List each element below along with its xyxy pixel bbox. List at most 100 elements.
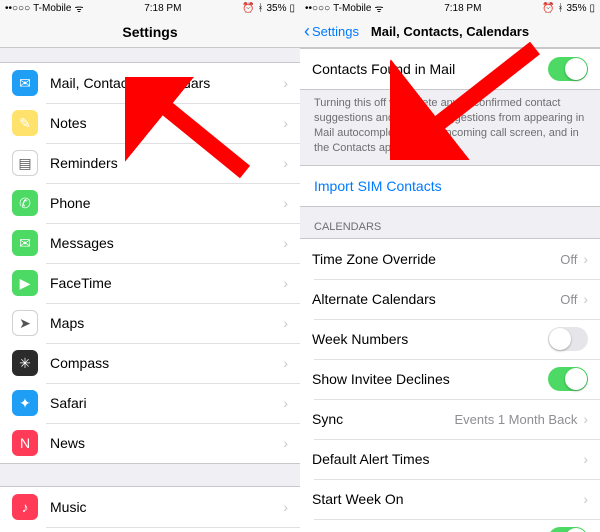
safari-icon: ✦ [12,390,38,416]
row-label: Messages [50,235,283,251]
events-found-in-mail-row[interactable]: Events Found in Mail [300,519,600,532]
row-label: Phone [50,195,283,211]
events-found-in-mail-toggle[interactable] [548,527,588,532]
nav-bar: ‹ Settings Mail, Contacts, Calendars [300,16,600,48]
chevron-right-icon: › [283,275,288,291]
music-icon: ♪ [12,494,38,520]
row-value: Off [560,292,577,307]
back-button[interactable]: ‹ Settings [304,16,359,47]
week-numbers-toggle[interactable] [548,327,588,351]
settings-row-compass[interactable]: ✳ Compass› [0,343,300,383]
contacts-found-in-mail-row[interactable]: Contacts Found in Mail [300,49,600,89]
compass-icon: ✳ [12,350,38,376]
row-label: Default Alert Times [312,451,583,467]
chevron-right-icon: › [283,235,288,251]
calendars-section-header: Calendars [300,207,600,238]
contacts-footer: Turning this off will delete any unconfi… [300,90,600,165]
battery-label: 35% [566,3,586,14]
settings-row-maps[interactable]: ➤Maps› [0,303,300,343]
settings-row-messages[interactable]: ✉ Messages› [0,223,300,263]
chevron-right-icon: › [283,395,288,411]
chevron-right-icon: › [283,355,288,371]
alarm-icon: ⏰ [242,3,254,14]
facetime-icon: ▶ [12,270,38,296]
mail-icon: ✉ [12,70,38,96]
bluetooth-icon: ᚼ [257,3,263,14]
carrier-label: T-Mobile [333,3,371,14]
chevron-right-icon: › [583,491,588,507]
battery-icon: ▯ [289,3,295,14]
settings-row-notes[interactable]: ✎ Notes› [0,103,300,143]
week-numbers-row[interactable]: Week Numbers [300,319,600,359]
battery-label: 35% [266,3,286,14]
show-invitee-declines-toggle[interactable] [548,367,588,391]
settings-row-mail-contacts-calendars[interactable]: ✉Mail, Contacts, Calendars› [0,63,300,103]
page-title: Settings [122,24,177,40]
settings-row-music[interactable]: ♪ Music› [0,487,300,527]
chevron-right-icon: › [583,451,588,467]
row-label: FaceTime [50,275,283,291]
default-alert-times-row[interactable]: Default Alert Times› [300,439,600,479]
maps-icon: ➤ [12,310,38,336]
show-invitee-declines-row[interactable]: Show Invitee Declines [300,359,600,399]
chevron-right-icon: › [583,251,588,267]
row-label: Start Week On [312,491,583,507]
wifi-icon: ᯤ [374,1,383,15]
status-bar: ••○○○ T-Mobile ᯤ 7:18 PM ⏰ ᚼ 35% ▯ [300,0,600,16]
row-label: Contacts Found in Mail [312,61,548,77]
row-label: Compass [50,355,283,371]
clock-label: 7:18 PM [444,3,481,14]
alternate-calendars-row[interactable]: Alternate CalendarsOff › [300,279,600,319]
settings-row-news[interactable]: N News› [0,423,300,463]
start-week-on-row[interactable]: Start Week On› [300,479,600,519]
import-sim-label: Import SIM Contacts [314,178,442,194]
carrier-label: T-Mobile [33,3,71,14]
chevron-right-icon: › [283,115,288,131]
row-label: Week Numbers [312,331,548,347]
chevron-right-icon: › [283,499,288,515]
time-zone-override-row[interactable]: Time Zone OverrideOff › [300,239,600,279]
settings-row-facetime[interactable]: ▶ FaceTime› [0,263,300,303]
signal-dots-icon: ••○○○ [5,3,30,14]
status-bar: ••○○○ T-Mobile ᯤ 7:18 PM ⏰ ᚼ 35% ▯ [0,0,300,16]
battery-icon: ▯ [589,3,595,14]
chevron-right-icon: › [583,291,588,307]
settings-row-safari[interactable]: ✦ Safari› [0,383,300,423]
settings-row-reminders[interactable]: ▤ Reminders› [0,143,300,183]
chevron-right-icon: › [283,315,288,331]
settings-root-pane: ••○○○ T-Mobile ᯤ 7:18 PM ⏰ ᚼ 35% ▯ Setti… [0,0,300,532]
chevron-left-icon: ‹ [304,21,310,42]
signal-dots-icon: ••○○○ [305,3,330,14]
chevron-right-icon: › [283,435,288,451]
mail-contacts-calendars-pane: ••○○○ T-Mobile ᯤ 7:18 PM ⏰ ᚼ 35% ▯ ‹ Set… [300,0,600,532]
contacts-found-in-mail-toggle[interactable] [548,57,588,81]
settings-row-videos[interactable]: ▶Videos› [0,527,300,532]
sync-row[interactable]: SyncEvents 1 Month Back › [300,399,600,439]
page-title: Mail, Contacts, Calendars [371,24,529,39]
row-label: Show Invitee Declines [312,371,548,387]
chevron-right-icon: › [283,195,288,211]
row-label: Music [50,499,283,515]
row-label: Alternate Calendars [312,291,560,307]
row-label: News [50,435,283,451]
detail-scroll[interactable]: Contacts Found in Mail Turning this off … [300,48,600,532]
row-value: Events 1 Month Back [454,412,577,427]
phone-icon: ✆ [12,190,38,216]
settings-scroll[interactable]: ✉Mail, Contacts, Calendars›✎Notes›▤Remin… [0,48,300,532]
row-label: Sync [312,411,454,427]
nav-bar: Settings [0,16,300,48]
settings-row-phone[interactable]: ✆ Phone› [0,183,300,223]
row-label: Notes [50,115,283,131]
reminders-icon: ▤ [12,150,38,176]
news-icon: N [12,430,38,456]
chevron-right-icon: › [583,411,588,427]
messages-icon: ✉ [12,230,38,256]
row-label: Reminders [50,155,283,171]
notes-icon: ✎ [12,110,38,136]
row-value: Off [560,252,577,267]
import-sim-contacts-button[interactable]: Import SIM Contacts [300,165,600,207]
row-label: Safari [50,395,283,411]
row-label: Mail, Contacts, Calendars [50,75,283,91]
row-label: Time Zone Override [312,251,560,267]
chevron-right-icon: › [283,155,288,171]
